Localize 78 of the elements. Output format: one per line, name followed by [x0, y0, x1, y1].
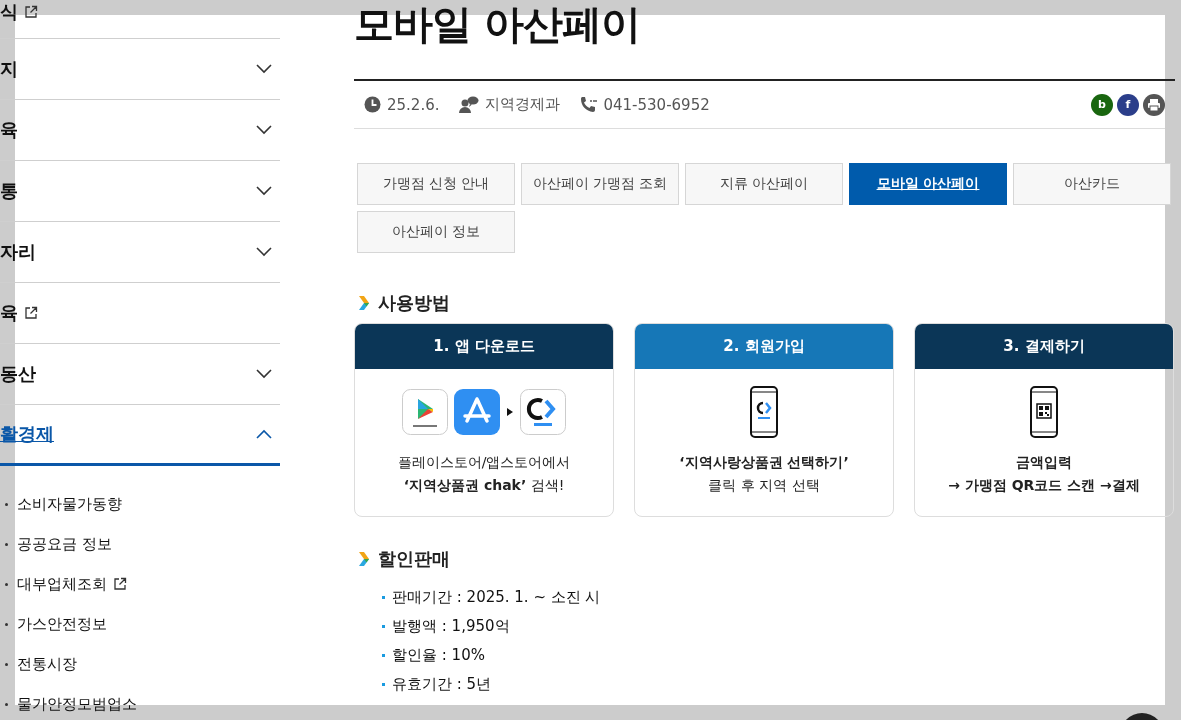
sidebar-item[interactable]: 동산	[0, 344, 280, 405]
bullet-icon	[5, 622, 8, 626]
sidebar-label: 자리	[0, 240, 36, 264]
phone-qr-icon	[1030, 386, 1058, 438]
bullet-icon	[5, 582, 8, 586]
submenu-item[interactable]: 전통시장	[17, 654, 77, 674]
arrow-icon	[506, 407, 514, 417]
bullet-icon	[382, 625, 385, 628]
sidebar-label: 육	[0, 301, 18, 325]
post-date: 25.2.6.	[387, 95, 440, 114]
page-title: 모바일 아산페이	[354, 0, 641, 48]
phone-number: 041-530-6952	[603, 95, 710, 114]
sidebar-item[interactable]: 식	[0, 0, 280, 39]
chevron-bullet-icon	[358, 551, 370, 567]
sidebar-item[interactable]: 육	[0, 283, 280, 344]
phone-icon	[750, 386, 778, 438]
tab[interactable]: 아산페이 정보	[357, 211, 515, 253]
bullet-icon	[382, 596, 385, 599]
chevron-icon	[256, 186, 272, 196]
sale-info: 발행액 : 1,950억	[392, 617, 510, 636]
chevron-bullet-icon	[358, 295, 370, 311]
submenu-item[interactable]: 대부업체조회	[17, 574, 107, 594]
play-store-icon	[402, 389, 448, 435]
step-title: 2. 회원가입	[635, 324, 893, 369]
chevron-icon	[256, 369, 272, 379]
bullet-icon	[5, 542, 8, 546]
step-text: 금액입력	[1015, 453, 1073, 472]
external-link-icon	[24, 306, 38, 320]
app-logo-icon	[520, 389, 566, 435]
sidebar-item[interactable]: 통	[0, 161, 280, 222]
step-text: → 가맹점 QR코드 스캔 →결제	[947, 476, 1141, 495]
tab[interactable]: 가맹점 신청 안내	[357, 163, 515, 205]
step-title: 3. 결제하기	[915, 324, 1173, 369]
submenu-item[interactable]: 물가안정모범업소	[17, 694, 137, 714]
sale-info: 할인율 : 10%	[392, 646, 485, 665]
chevron-icon	[256, 125, 272, 135]
print-icon[interactable]	[1143, 93, 1165, 116]
sidebar-item[interactable]: 활경제	[0, 405, 280, 466]
department-text: 지역경제과	[485, 95, 561, 114]
submenu-item[interactable]: 소비자물가동향	[17, 494, 122, 514]
sale-info: 판매기간 : 2025. 1. ~ 소진 시	[392, 588, 601, 607]
sidebar-label: 식	[0, 0, 18, 24]
bullet-icon	[382, 683, 385, 686]
sidebar-label: 동산	[0, 362, 36, 386]
phone-icon	[580, 96, 598, 113]
submenu-item[interactable]: 가스안전정보	[17, 614, 107, 634]
bullet-icon	[5, 662, 8, 666]
sidebar-label: 활경제	[0, 422, 54, 446]
section-heading: 사용방법	[378, 291, 450, 315]
sidebar-label: 육	[0, 118, 18, 142]
step-text: 플레이스토어/앱스토어에서	[396, 453, 572, 472]
sale-info: 유효기간 : 5년	[392, 675, 492, 694]
external-link-icon	[24, 5, 38, 19]
tab[interactable]: 아산카드	[1013, 163, 1171, 205]
sidebar-label: 지	[0, 57, 18, 81]
submenu-item[interactable]: 공공요금 정보	[17, 534, 112, 554]
sidebar-label: 통	[0, 179, 18, 203]
tab[interactable]: 아산페이 가맹점 조회	[521, 163, 679, 205]
external-link-icon	[113, 577, 127, 591]
step-text: 클릭 후 지역 선택	[707, 476, 821, 495]
sidebar-item[interactable]: 육	[0, 100, 280, 161]
bullet-icon	[5, 502, 8, 506]
chevron-icon	[256, 429, 272, 439]
bullet-icon	[382, 654, 385, 657]
tab[interactable]: 지류 아산페이	[685, 163, 843, 205]
app-store-icon	[454, 389, 500, 435]
people-icon	[459, 96, 480, 113]
sidebar-item[interactable]: 지	[0, 39, 280, 100]
step-text: ‘지역상품권 chak’ 검색!	[402, 476, 566, 495]
tab[interactable]: 모바일 아산페이	[849, 163, 1007, 205]
chevron-icon	[256, 64, 272, 74]
chevron-icon	[256, 247, 272, 257]
bullet-icon	[5, 702, 8, 706]
step-title: 1. 앱 다운로드	[355, 324, 613, 369]
sidebar-item[interactable]: 자리	[0, 222, 280, 283]
step-text: ‘지역사랑상품권 선택하기’	[678, 453, 850, 472]
clock-icon	[364, 96, 381, 113]
section-heading: 할인판매	[378, 547, 450, 571]
